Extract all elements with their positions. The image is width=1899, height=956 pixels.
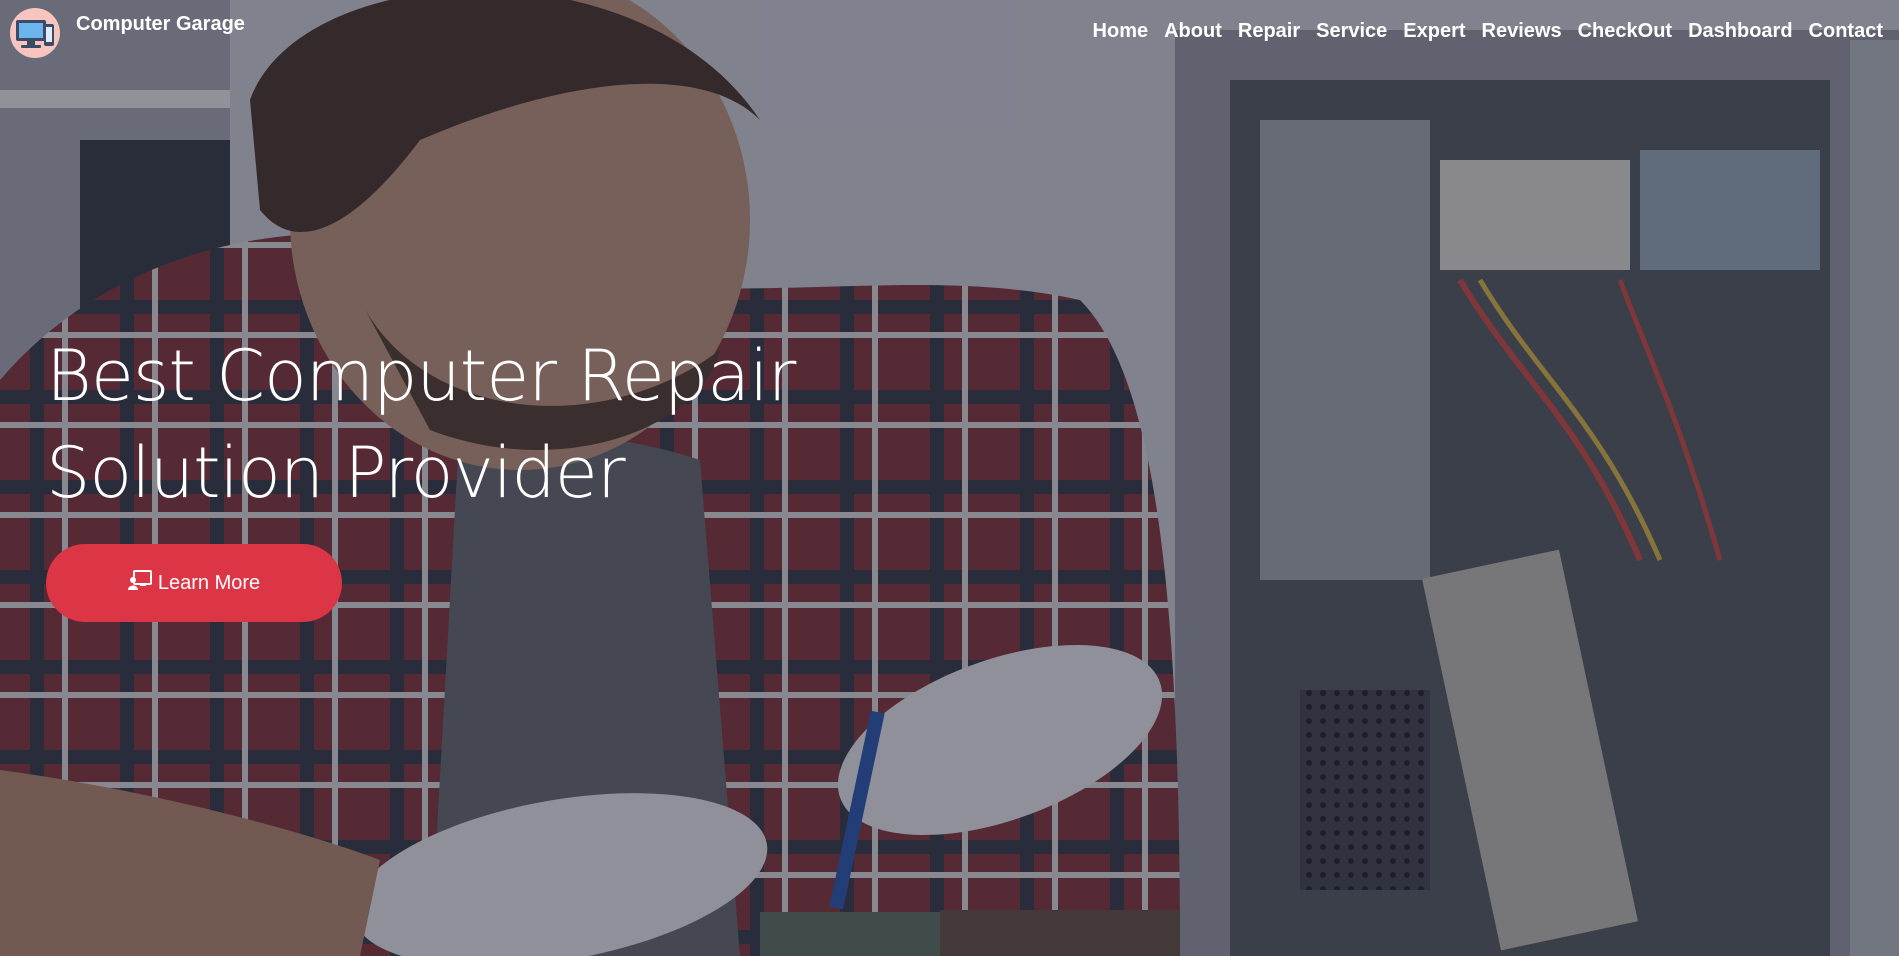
learn-more-button[interactable]: Learn More [46,544,342,622]
hero-content: Best Computer Repair Solution Provider L… [46,328,806,622]
computer-devices-icon [10,8,60,58]
nav-menu: Home About Repair Service Expert Reviews… [1077,20,1883,43]
chalkboard-teacher-icon [127,570,158,596]
brand-link[interactable]: Computer Garage [10,8,245,58]
learn-more-label: Learn More [157,571,261,594]
nav-link-service[interactable]: Service [1316,20,1387,43]
hero-title: Best Computer Repair Solution Provider [46,328,806,522]
nav-link-expert[interactable]: Expert [1403,20,1465,43]
top-navbar: Computer Garage Home About Repair Servic… [0,0,1899,64]
nav-link-contact[interactable]: Contact [1809,20,1883,43]
nav-link-checkout[interactable]: CheckOut [1578,20,1672,43]
nav-link-home[interactable]: Home [1093,20,1149,43]
hero-title-line-1: Best Computer Repair [46,335,796,417]
nav-link-dashboard[interactable]: Dashboard [1688,20,1792,43]
brand-name: Computer Garage [76,12,245,35]
hero-section: Computer Garage Home About Repair Servic… [0,0,1899,956]
nav-link-repair[interactable]: Repair [1238,20,1300,43]
nav-link-about[interactable]: About [1164,20,1222,43]
nav-link-reviews[interactable]: Reviews [1482,20,1562,43]
hero-title-line-2: Solution Provider [46,432,626,514]
